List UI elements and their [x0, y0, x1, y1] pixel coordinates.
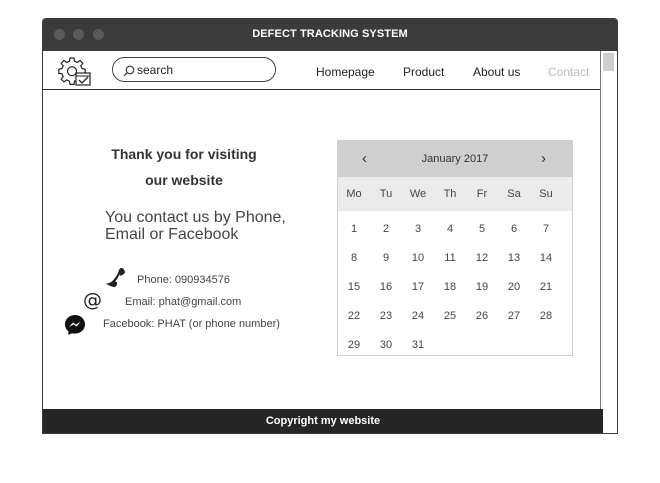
calendar-day[interactable]: 31: [402, 339, 434, 351]
at-sign-icon: @: [83, 289, 102, 311]
calendar-day[interactable]: 16: [370, 281, 402, 293]
calendar-day[interactable]: 15: [338, 281, 370, 293]
title-bar: DEFECT TRACKING SYSTEM: [43, 19, 617, 51]
calendar-widget: ‹ January 2017 › Mo Tu We Th Fr Sa Su 12345678…: [337, 140, 573, 356]
calendar-day[interactable]: 10: [402, 252, 434, 264]
calendar-day[interactable]: 13: [498, 252, 530, 264]
calendar-day[interactable]: 14: [530, 252, 562, 264]
nav-link-contact[interactable]: Contact: [548, 65, 589, 79]
search-input[interactable]: [137, 63, 267, 77]
nav-link-product[interactable]: Product: [403, 65, 444, 79]
vertical-scrollbar[interactable]: [600, 51, 617, 409]
calendar-day[interactable]: 24: [402, 310, 434, 322]
calendar-day[interactable]: 2: [370, 223, 402, 235]
window-title: DEFECT TRACKING SYSTEM: [252, 28, 408, 40]
browser-window: DEFECT TRACKING SYSTEM Ho: [42, 18, 618, 434]
phone-text: Phone: 090934576: [137, 274, 230, 286]
calendar-day[interactable]: 25: [434, 310, 466, 322]
nav-link-about-us[interactable]: About us: [473, 65, 520, 79]
calendar-day[interactable]: 12: [466, 252, 498, 264]
calendar-weekday: Th: [443, 188, 457, 200]
calendar-day[interactable]: 28: [530, 310, 562, 322]
phone-icon: [104, 267, 126, 294]
scrollbar-thumb[interactable]: [603, 53, 614, 71]
calendar-day[interactable]: 8: [338, 252, 370, 264]
calendar-day[interactable]: 27: [498, 310, 530, 322]
calendar-weekday: Su: [539, 188, 553, 200]
heading-line-2: our website: [145, 172, 223, 188]
calendar-day[interactable]: 1: [338, 223, 370, 235]
calendar-month-title: January 2017: [421, 153, 489, 165]
calendar-weekday: Fr: [476, 188, 488, 200]
search-icon: [123, 64, 135, 82]
facebook-text: Facebook: PHAT (or phone number): [103, 318, 280, 330]
calendar-day[interactable]: 11: [434, 252, 466, 264]
calendar-day[interactable]: 5: [466, 223, 498, 235]
calendar-weekday-row: Mo Tu We Th Fr Sa Su: [338, 177, 572, 211]
calendar-day[interactable]: 20: [498, 281, 530, 293]
messenger-icon: [64, 314, 86, 341]
navbar: Homepage Product About us Contact: [43, 51, 603, 90]
calendar-day[interactable]: 4: [434, 223, 466, 235]
calendar-next-button[interactable]: ›: [541, 150, 546, 167]
calendar-day[interactable]: 9: [370, 252, 402, 264]
calendar-day[interactable]: 22: [338, 310, 370, 322]
calendar-day[interactable]: 26: [466, 310, 498, 322]
calendar-weekday: We: [409, 188, 427, 200]
calendar-weekday: Mo: [346, 188, 362, 200]
thank-you-heading: Thank you for visiting our website: [99, 141, 269, 193]
calendar-day[interactable]: 7: [530, 223, 562, 235]
nav-link-homepage[interactable]: Homepage: [316, 65, 375, 79]
calendar-day[interactable]: 21: [530, 281, 562, 293]
heading-line-1: Thank you for visiting: [111, 146, 257, 162]
contact-intro: You contact us by Phone, Email or Facebo…: [105, 209, 286, 243]
calendar-day[interactable]: 6: [498, 223, 530, 235]
calendar-day[interactable]: 18: [434, 281, 466, 293]
calendar-header: ‹ January 2017 ›: [338, 141, 572, 177]
calendar-day[interactable]: 30: [370, 339, 402, 351]
footer: Copyright my website: [43, 409, 603, 433]
calendar-day[interactable]: 29: [338, 339, 370, 351]
search-box[interactable]: [112, 57, 276, 82]
calendar-weekday: Tu: [379, 188, 393, 200]
calendar-day[interactable]: 19: [466, 281, 498, 293]
contact-intro-line-1: You contact us by Phone,: [105, 209, 286, 226]
contact-intro-line-2: Email or Facebook: [105, 226, 239, 243]
calendar-day[interactable]: 23: [370, 310, 402, 322]
email-text: Email: phat@gmail.com: [125, 296, 242, 308]
gear-icon[interactable]: [57, 55, 93, 92]
calendar-day[interactable]: 3: [402, 223, 434, 235]
calendar-weekday: Sa: [507, 188, 521, 200]
calendar-day[interactable]: 17: [402, 281, 434, 293]
